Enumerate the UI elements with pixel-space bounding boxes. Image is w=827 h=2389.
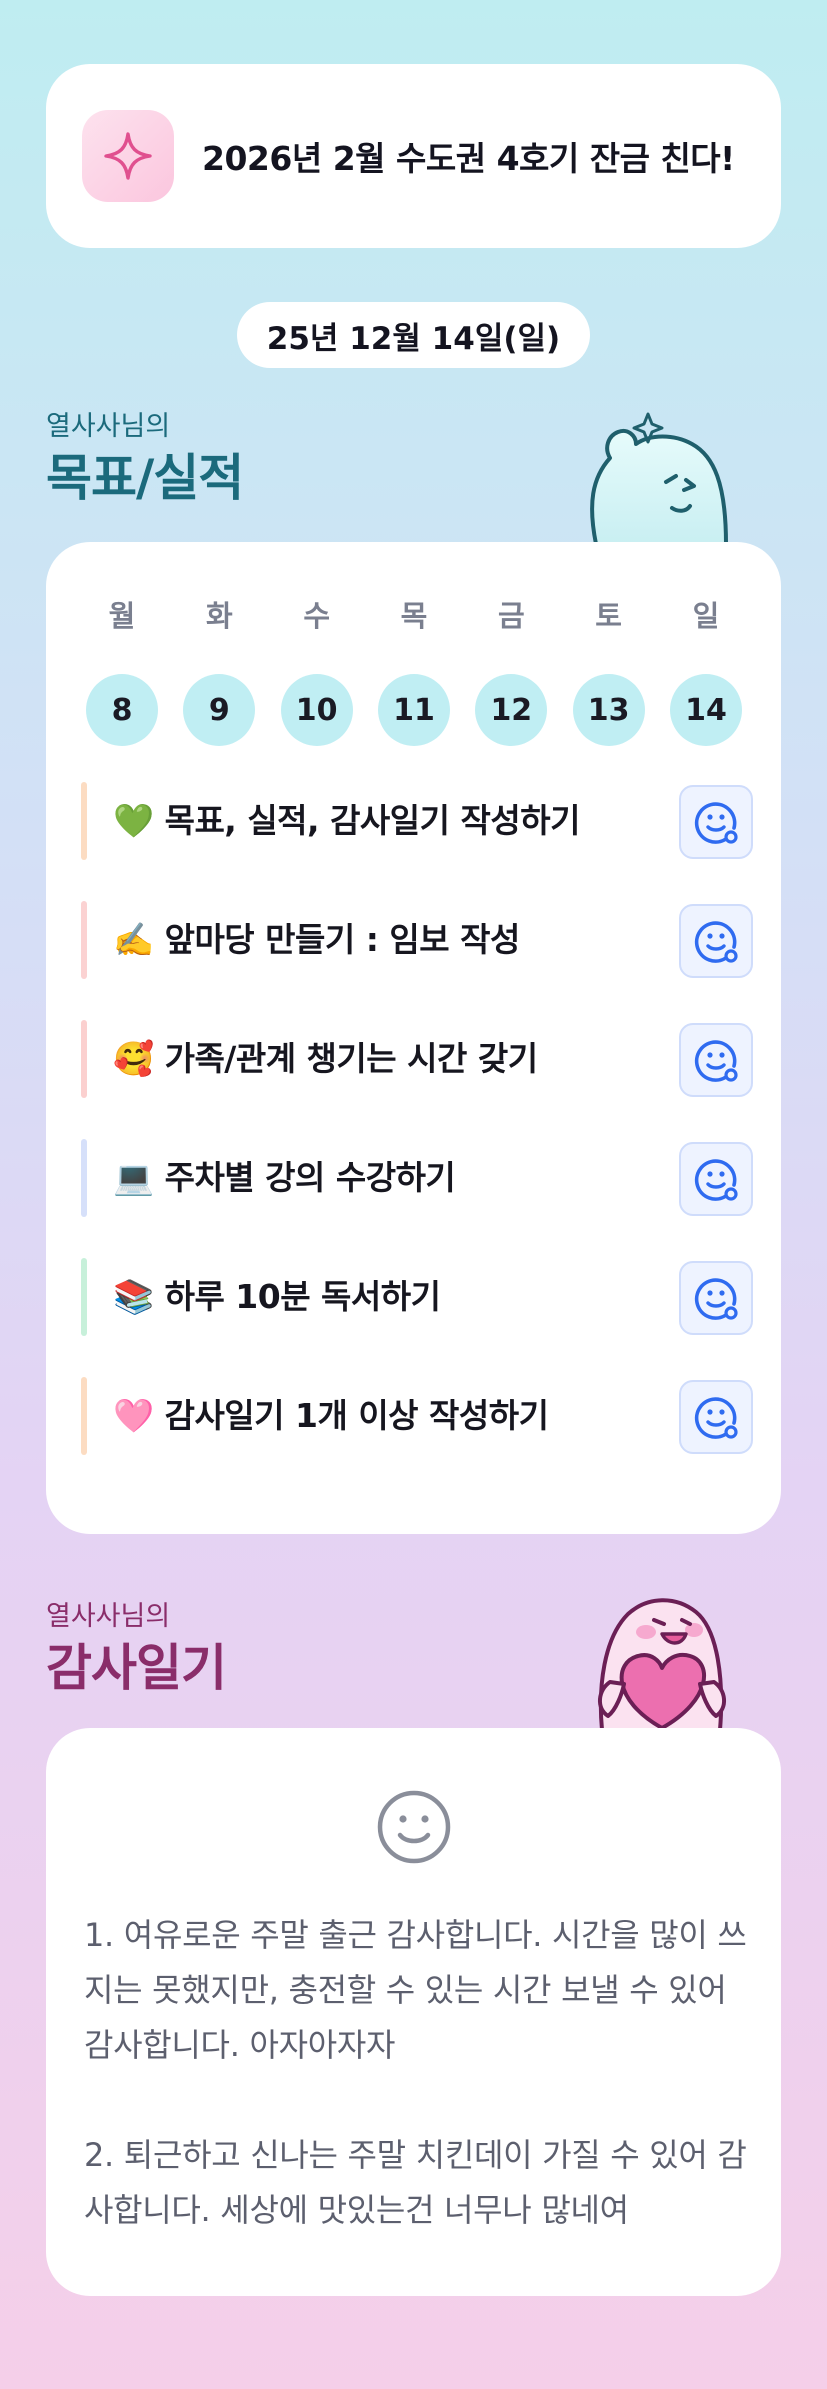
smile-status-icon: [694, 802, 738, 844]
task-label: 💚 목표, 실적, 감사일기 작성하기: [113, 801, 580, 840]
day-sun[interactable]: 일 14: [668, 594, 744, 746]
task-item: 📚 하루 10분 독서하기: [81, 1258, 753, 1377]
gratitude-diary-card: 1. 여유로운 주말 출근 감사합니다. 시간을 많이 쓰지는 못했지만, 충전…: [46, 1728, 781, 2296]
task-list: 💚 목표, 실적, 감사일기 작성하기 ✍️ 앞마당 만들기 : 임보 작성 🥰…: [81, 782, 753, 1496]
task-check-button[interactable]: [679, 1261, 753, 1335]
day-label: 일: [692, 599, 720, 633]
task-check-button[interactable]: [679, 785, 753, 859]
day-label: 화: [205, 599, 233, 633]
task-label: 🥰 가족/관계 챙기는 시간 갖기: [113, 1039, 538, 1078]
task-item: ✍️ 앞마당 만들기 : 임보 작성: [81, 901, 753, 1020]
task-item: 💻 주차별 강의 수강하기: [81, 1139, 753, 1258]
day-number[interactable]: 11: [377, 674, 450, 746]
day-number[interactable]: 8: [86, 674, 158, 746]
task-label: 💻 주차별 강의 수강하기: [113, 1158, 456, 1197]
task-label: ✍️ 앞마당 만들기 : 임보 작성: [113, 920, 520, 959]
day-number[interactable]: 13: [572, 674, 645, 746]
day-mon[interactable]: 월 8: [84, 594, 160, 746]
task-color-bar: [81, 1258, 87, 1336]
task-check-button[interactable]: [679, 904, 753, 978]
day-number[interactable]: 9: [183, 674, 256, 746]
task-item: 🥰 가족/관계 챙기는 시간 갖기: [81, 1020, 753, 1139]
day-label: 토: [595, 599, 622, 633]
day-wed[interactable]: 수 10: [279, 594, 355, 746]
smile-status-icon: [694, 1278, 738, 1320]
task-check-button[interactable]: [679, 1142, 753, 1216]
goal-text: 2026년 2월 수도권 4호기 잔금 친다!: [202, 139, 735, 178]
task-color-bar: [81, 901, 87, 979]
smiley-icon: [375, 1788, 453, 1870]
smile-status-icon: [694, 1159, 738, 1201]
date-pill[interactable]: 25년 12월 14일(일): [237, 302, 590, 368]
mascot-pink-heart-illustration: [572, 1590, 746, 1734]
weekly-goals-card: 월 8 화 9 수 10 목 11 금 12 토 13 일 14 💚 목표, 실…: [46, 542, 781, 1534]
diary-entry-text: 1. 여유로운 주말 출근 감사합니다. 시간을 많이 쓰지는 못했지만, 충전…: [84, 1916, 747, 2229]
task-label: 🩷 감사일기 1개 이상 작성하기: [113, 1396, 549, 1435]
task-color-bar: [81, 1020, 87, 1098]
task-label: 📚 하루 10분 독서하기: [113, 1277, 441, 1316]
task-item: 🩷 감사일기 1개 이상 작성하기: [81, 1377, 753, 1496]
task-check-button[interactable]: [679, 1380, 753, 1454]
task-color-bar: [81, 1377, 87, 1455]
goal-banner: 2026년 2월 수도권 4호기 잔금 친다!: [46, 64, 781, 248]
task-check-button[interactable]: [679, 1023, 753, 1097]
day-number[interactable]: 14: [669, 674, 742, 746]
day-fri[interactable]: 금 12: [473, 594, 549, 746]
smile-status-icon: [694, 921, 738, 963]
day-thu[interactable]: 목 11: [376, 594, 452, 746]
smile-status-icon: [694, 1397, 738, 1439]
mascot-teal-illustration: [574, 404, 744, 548]
day-label: 금: [497, 599, 525, 633]
week-day-selector: 월 8 화 9 수 10 목 11 금 12 토 13 일 14: [84, 594, 744, 746]
task-color-bar: [81, 1139, 87, 1217]
day-label: 수: [303, 599, 330, 633]
day-label: 목: [400, 599, 428, 633]
day-sat[interactable]: 토 13: [571, 594, 647, 746]
day-tue[interactable]: 화 9: [181, 594, 257, 746]
diary-section-title: 감사일기: [46, 1639, 227, 1697]
smile-status-icon: [694, 1040, 738, 1082]
day-label: 월: [108, 599, 136, 633]
day-number[interactable]: 10: [280, 674, 353, 746]
sparkle-icon: [82, 110, 174, 202]
goals-section-title: 목표/실적: [46, 449, 244, 507]
task-color-bar: [81, 782, 87, 860]
day-number[interactable]: 12: [475, 674, 548, 746]
task-item: 💚 목표, 실적, 감사일기 작성하기: [81, 782, 753, 901]
